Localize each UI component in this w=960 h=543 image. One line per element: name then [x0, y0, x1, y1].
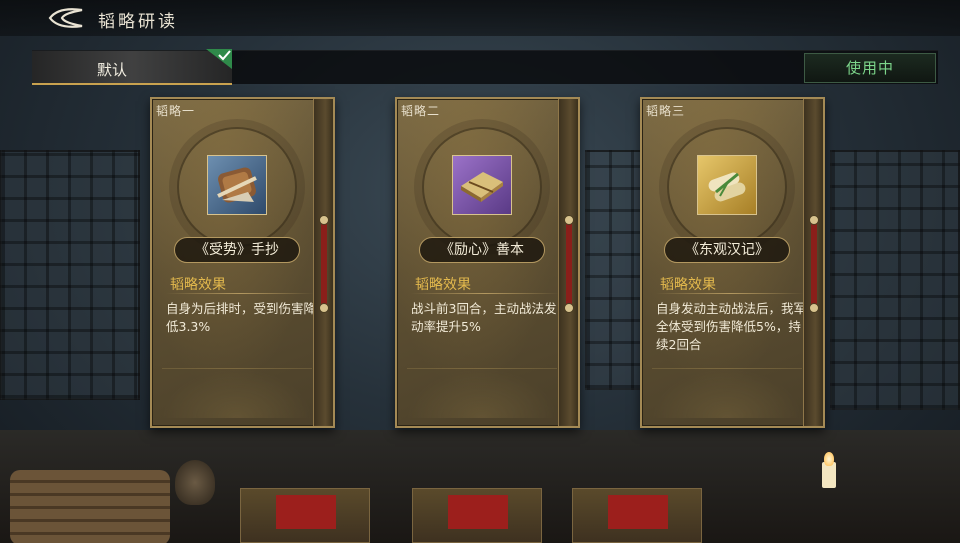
- rail-bar: [811, 219, 817, 309]
- page-title: 韬略研读: [98, 12, 178, 32]
- back-arrow-icon: [48, 8, 83, 28]
- rail-knob-icon: [809, 215, 819, 225]
- card-rail: [313, 99, 333, 426]
- scroll-pile-decoration: [10, 470, 170, 543]
- rail-knob-icon: [319, 303, 329, 313]
- strategy-card-2[interactable]: 韬略二 《励心》善本 韬略效果 战斗前3回合，主动战法发动率提升5%: [395, 97, 580, 428]
- card-name: 《励心》善本: [419, 237, 545, 263]
- background-lattice-window-right: [830, 150, 960, 410]
- rail-knob-icon: [564, 215, 574, 225]
- divider: [656, 293, 804, 294]
- scroll-bundle-icon: [217, 167, 257, 203]
- book-decoration: [240, 488, 370, 543]
- book-decoration: [572, 488, 702, 543]
- in-use-label: 使用中: [845, 59, 894, 77]
- top-bar: 韬略研读: [0, 0, 960, 36]
- rail-knob-icon: [564, 303, 574, 313]
- candle-flame-icon: [824, 452, 834, 466]
- rail-bar: [321, 219, 327, 309]
- item-slot[interactable]: [697, 155, 757, 215]
- effect-title: 韬略效果: [170, 277, 226, 293]
- card-rail: [558, 99, 578, 426]
- incense-burner-icon: [175, 460, 215, 505]
- background-lattice-window-middle: [585, 150, 645, 390]
- card-tag: 韬略三: [646, 104, 686, 118]
- bamboo-scrolls-icon: [708, 172, 746, 202]
- effect-description: 战斗前3回合，主动战法发动率提升5%: [411, 301, 557, 334]
- item-slot[interactable]: [452, 155, 512, 215]
- card-name: 《受势》手抄: [174, 237, 300, 263]
- book-icon: [461, 172, 503, 202]
- item-slot[interactable]: [207, 155, 267, 215]
- back-button[interactable]: [46, 6, 86, 30]
- effect-description: 自身发动主动战法后，我军全体受到伤害降低5%，持续2回合: [656, 301, 807, 352]
- effect-title: 韬略效果: [660, 277, 716, 293]
- effect-title: 韬略效果: [415, 277, 471, 293]
- plan-bar: 默认 使用中: [32, 49, 938, 85]
- in-use-button[interactable]: 使用中: [804, 53, 936, 83]
- divider: [411, 293, 559, 294]
- strategy-card-1[interactable]: 韬略一 《受势》手抄 韬略效果 自身为后排时，受到伤害降低3.3%: [150, 97, 335, 428]
- cloud-ornament: [407, 368, 557, 418]
- strategy-card-3[interactable]: 韬略三 《东观汉记》 韬略效果 自身发动主动战法后，我军全体受到伤害降低5%，持…: [640, 97, 825, 428]
- rail-bar: [566, 219, 572, 309]
- card-rail: [803, 99, 823, 426]
- card-tag: 韬略一: [156, 104, 196, 118]
- cloud-ornament: [652, 368, 802, 418]
- rail-knob-icon: [809, 303, 819, 313]
- plan-tab-default[interactable]: 默认: [32, 49, 232, 85]
- rail-knob-icon: [319, 215, 329, 225]
- book-decoration: [412, 488, 542, 543]
- cloud-ornament: [162, 368, 312, 418]
- effect-description: 自身为后排时，受到伤害降低3.3%: [166, 301, 317, 334]
- divider: [166, 293, 314, 294]
- background-lattice-window-left: [0, 150, 140, 400]
- card-name: 《东观汉记》: [664, 237, 790, 263]
- plan-tab-label: 默认: [96, 61, 127, 79]
- card-tag: 韬略二: [401, 104, 441, 118]
- selected-check-icon: [206, 49, 232, 69]
